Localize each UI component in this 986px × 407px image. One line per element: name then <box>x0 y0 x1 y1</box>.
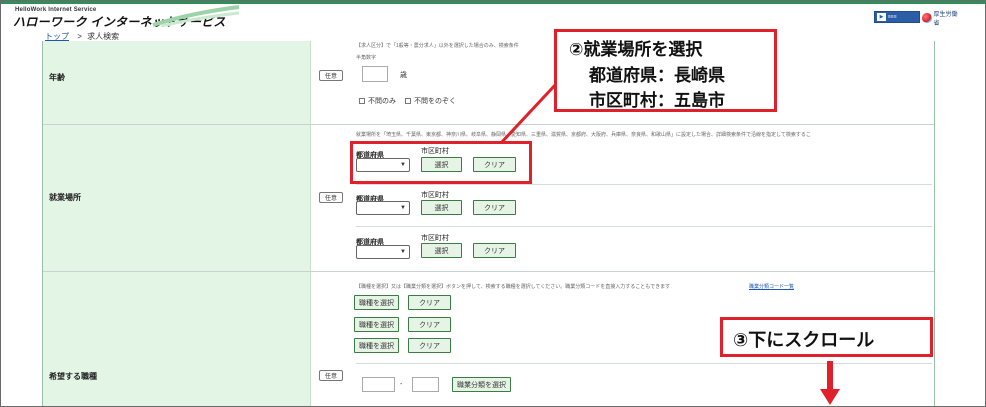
logo-swoosh-icon <box>152 5 240 27</box>
location-label: 就業場所 <box>49 193 81 202</box>
job-clear-button-1[interactable]: クリア <box>408 295 451 310</box>
prefecture-select-2[interactable]: ▼ <box>356 201 410 215</box>
checkbox-exclude[interactable] <box>405 98 411 104</box>
job-choose-button-3[interactable]: 職種を選択 <box>354 338 399 353</box>
age-check-only[interactable]: 不問のみ <box>359 96 396 106</box>
mhlw-emblem-icon <box>922 13 932 23</box>
step2-line2: 市区町村：五島市 <box>589 91 725 111</box>
mhlw-logo[interactable]: 厚生労働省 <box>922 9 962 27</box>
job-code-input-major[interactable] <box>362 377 395 392</box>
job-label-cell: 希望する職種 <box>43 272 311 406</box>
age-input[interactable] <box>362 66 388 82</box>
screen-reader-icon: ▶ <box>877 13 886 21</box>
breadcrumb-top-link[interactable]: トップ <box>45 32 69 41</box>
screen-reader-lines: ≡≡≡ <box>888 14 897 20</box>
chevron-down-icon: ▼ <box>400 205 406 211</box>
location-subdivider <box>356 226 932 227</box>
job-clear-button-3[interactable]: クリア <box>408 338 451 353</box>
city-label-3: 市区町村 <box>421 235 449 242</box>
city-clear-button-3[interactable]: クリア <box>473 243 516 258</box>
city-label-2: 市区町村 <box>421 192 449 199</box>
city-clear-button-2[interactable]: クリア <box>473 200 516 215</box>
age-label: 年齢 <box>49 73 65 82</box>
step2-line1: 都道府県：長崎県 <box>589 66 725 86</box>
header-accent-line <box>1 1 985 4</box>
job-classify-button[interactable]: 職業分類を選択 <box>452 377 511 392</box>
page-frame: HelloWork Internet Service ハローワーク インターネッ… <box>0 0 986 407</box>
step2-title: ②就業場所を選択 <box>569 40 703 60</box>
breadcrumb-separator: > <box>77 32 82 41</box>
location-optional-tag: 任意 <box>319 192 343 203</box>
age-optional-tag: 任意 <box>319 70 343 81</box>
location-label-cell: 就業場所 <box>43 125 311 271</box>
city-select-button-3[interactable]: 選択 <box>421 243 462 258</box>
age-note-sub: 半角数字 <box>356 55 377 61</box>
site-header: HelloWork Internet Service ハローワーク インターネッ… <box>1 1 985 41</box>
prefecture-select-3[interactable]: ▼ <box>356 245 410 259</box>
location-note: 就業場所を「埼玉県、千葉県、東京都、神奈川県、岐阜県、静岡県、愛知県、三重県、滋… <box>356 132 811 138</box>
callout-connector <box>499 81 559 145</box>
job-code-list-link[interactable]: 職業分類コード一覧 <box>749 283 794 290</box>
age-note: 【求人区分】で「1般等・農分求人」以外を選択した場合のみ、検索条件 <box>356 43 519 49</box>
age-check-exclude[interactable]: 不問をのぞく <box>405 96 456 106</box>
job-label: 希望する職種 <box>49 372 97 381</box>
job-code-separator: - <box>400 381 403 388</box>
job-code-input-minor[interactable] <box>412 377 439 392</box>
step3-callout: ③下にスクロール <box>720 317 933 357</box>
step2-callout: ②就業場所を選択 都道府県：長崎県 市区町村：五島市 <box>554 29 777 112</box>
screen-reader-button[interactable]: ▶ ≡≡≡ <box>874 11 920 23</box>
age-label-cell: 年齢 <box>43 41 311 124</box>
check-exclude-label: 不問をのぞく <box>414 98 456 105</box>
mhlw-text: 厚生労働省 <box>933 12 958 27</box>
job-subdivider <box>356 363 932 364</box>
job-choose-button-1[interactable]: 職種を選択 <box>354 295 399 310</box>
location-subdivider <box>356 184 932 185</box>
chevron-down-icon: ▼ <box>400 249 406 255</box>
check-only-label: 不問のみ <box>368 98 396 105</box>
city-select-button-2[interactable]: 選択 <box>421 200 462 215</box>
job-choose-button-2[interactable]: 職種を選択 <box>354 317 399 332</box>
age-unit: 歳 <box>400 72 407 79</box>
checkbox-only[interactable] <box>359 98 365 104</box>
job-clear-button-2[interactable]: クリア <box>408 317 451 332</box>
step3-title: ③下にスクロール <box>733 330 875 351</box>
scroll-down-arrow-icon <box>820 361 840 405</box>
highlight-location-box <box>350 141 532 184</box>
job-note: 【職種を選択】又は【職業分類を選択】ボタンを押して、検索する職種を選択してくださ… <box>356 284 671 290</box>
job-optional-tag: 任意 <box>319 370 343 381</box>
breadcrumb-current: 求人検索 <box>87 32 120 41</box>
